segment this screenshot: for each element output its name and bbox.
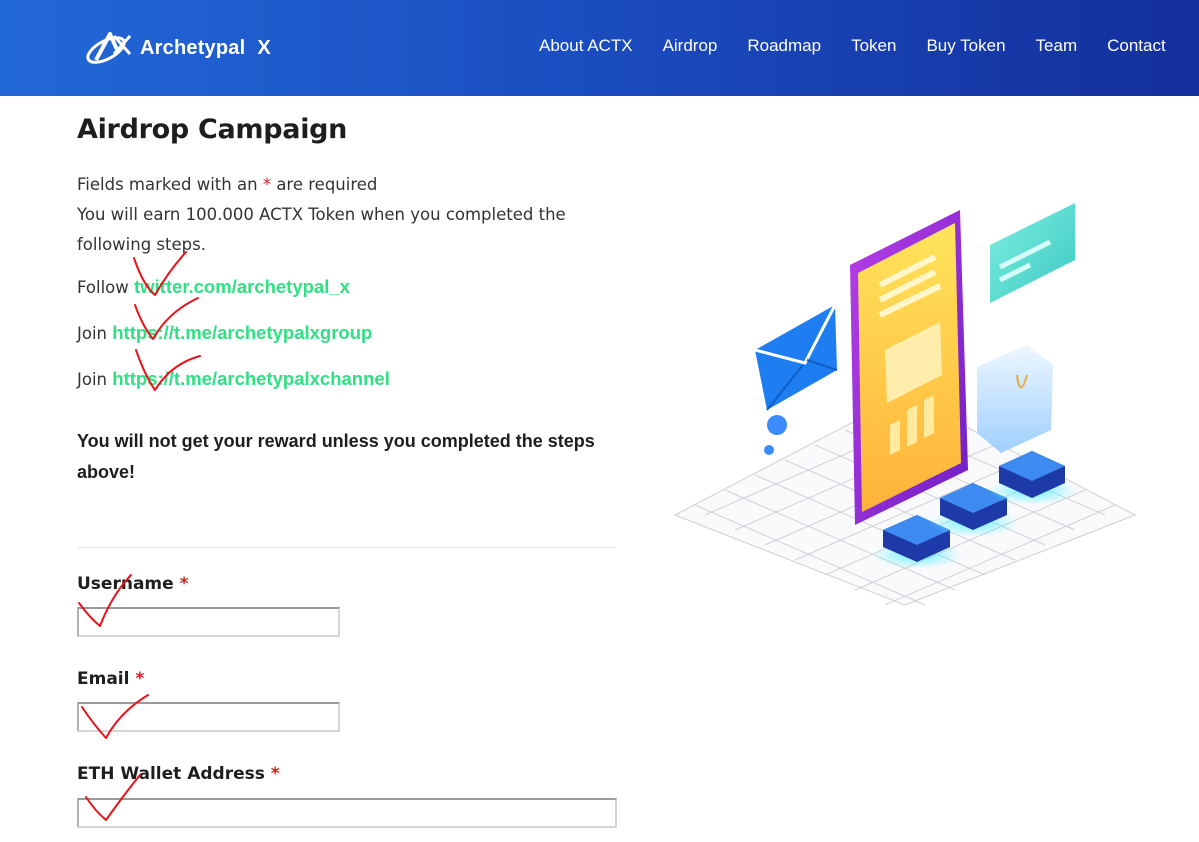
- required-star: *: [135, 669, 145, 689]
- logo-suffix: X: [257, 36, 271, 59]
- shopping-bag-icon: [977, 345, 1053, 453]
- username-label-text: Username: [77, 574, 174, 594]
- required-star: *: [262, 175, 272, 194]
- required-note-prefix: Fields marked with an: [77, 175, 258, 194]
- nav-token[interactable]: Token: [851, 36, 896, 56]
- required-star: *: [179, 574, 189, 594]
- telegram-group-link[interactable]: https://t.me/archetypalxgroup: [112, 322, 372, 343]
- page-title: Airdrop Campaign: [77, 114, 348, 145]
- phone-icon: [850, 210, 968, 525]
- step-prefix: Join: [77, 324, 108, 343]
- reward-warning: You will not get your reward unless you …: [77, 431, 595, 482]
- step-prefix: Join: [77, 370, 108, 389]
- site-header: Archetypal X About ACTX Airdrop Roadmap …: [0, 0, 1199, 96]
- required-note-suffix: are required: [276, 175, 378, 194]
- step-follow-twitter: Follow twitter.com/archetypal_x: [77, 276, 350, 298]
- email-label-text: Email: [77, 669, 130, 689]
- nav-team[interactable]: Team: [1036, 36, 1078, 56]
- mobile-payment-illustration: [673, 203, 1137, 605]
- earn-description: You will earn 100.000 ACTX Token when yo…: [77, 205, 566, 254]
- page: Archetypal X About ACTX Airdrop Roadmap …: [0, 0, 1199, 842]
- step-join-group: Join https://t.me/archetypalxgroup: [77, 322, 372, 344]
- twitter-link[interactable]: twitter.com/archetypal_x: [134, 276, 350, 297]
- telegram-channel-link[interactable]: https://t.me/archetypalxchannel: [112, 368, 390, 389]
- username-label: Username *: [77, 574, 188, 594]
- nav-contact[interactable]: Contact: [1107, 36, 1166, 56]
- logo-swoosh-icon: [86, 32, 132, 64]
- eth-wallet-label-text: ETH Wallet Address: [77, 764, 265, 784]
- nav-roadmap[interactable]: Roadmap: [747, 36, 821, 56]
- nav-buy-token[interactable]: Buy Token: [926, 36, 1005, 56]
- logo[interactable]: Archetypal X: [84, 28, 271, 68]
- nav-airdrop[interactable]: Airdrop: [663, 36, 718, 56]
- credit-card-icon: [990, 203, 1075, 303]
- orb-icon: [764, 445, 774, 455]
- required-note: Fields marked with an * are required: [77, 175, 377, 194]
- nav-about-actx[interactable]: About ACTX: [539, 36, 633, 56]
- step-join-channel: Join https://t.me/archetypalxchannel: [77, 368, 390, 390]
- required-star: *: [270, 764, 280, 784]
- envelope-icon: [754, 304, 838, 411]
- eth-wallet-input[interactable]: [77, 798, 617, 828]
- step-prefix: Follow: [77, 278, 129, 297]
- section-divider: [77, 547, 616, 548]
- logo-text: Archetypal: [140, 36, 246, 59]
- email-label: Email *: [77, 669, 144, 689]
- email-input[interactable]: [77, 702, 340, 732]
- main-nav: About ACTX Airdrop Roadmap Token Buy Tok…: [539, 36, 1166, 56]
- eth-wallet-label: ETH Wallet Address *: [77, 764, 280, 784]
- username-input[interactable]: [77, 607, 340, 637]
- orb-icon: [767, 415, 787, 435]
